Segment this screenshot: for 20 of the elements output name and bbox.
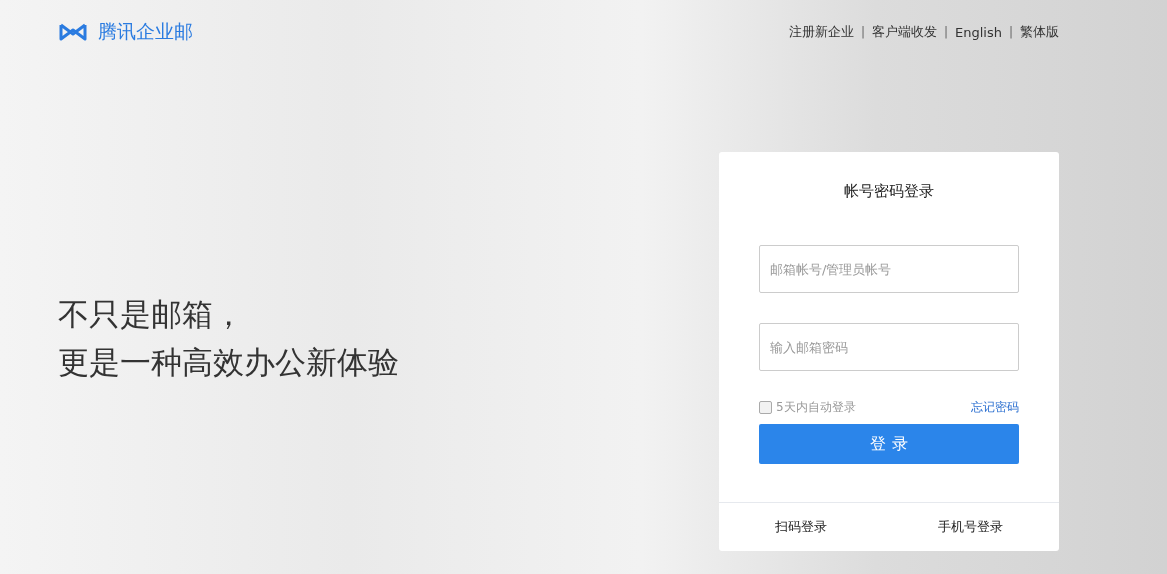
login-title: 帐号密码登录 [843,182,935,201]
header-link[interactable]: 繁体版 [1020,23,1059,41]
account-field[interactable]: 邮箱帐号/管理员帐号 [759,245,1019,293]
header-link[interactable]: 注册新企业 [788,23,854,41]
checkbox-label: 5天内自动登录 [776,399,856,416]
separator: | [860,25,865,39]
alternative-login-link[interactable]: 手机号登录 [938,518,1004,536]
forgot-password-link[interactable]: 忘记密码 [971,399,1019,416]
password-field[interactable]: 输入邮箱密码 [759,323,1019,371]
checkbox[interactable] [759,401,772,414]
brand-name: 腾讯企业邮 [98,19,193,44]
login-button[interactable]: 登 录 [759,424,1019,464]
logo-icon [58,22,88,42]
header-link[interactable]: English [955,24,1002,40]
slogan-text: 更是一种高效办公新体验 [58,343,399,382]
slogan-text: 不只是邮箱， [58,295,245,334]
separator: | [1008,25,1013,39]
alternative-login-link[interactable]: 扫码登录 [774,518,827,536]
header-link[interactable]: 客户端收发 [871,23,937,41]
separator: | [943,25,948,39]
